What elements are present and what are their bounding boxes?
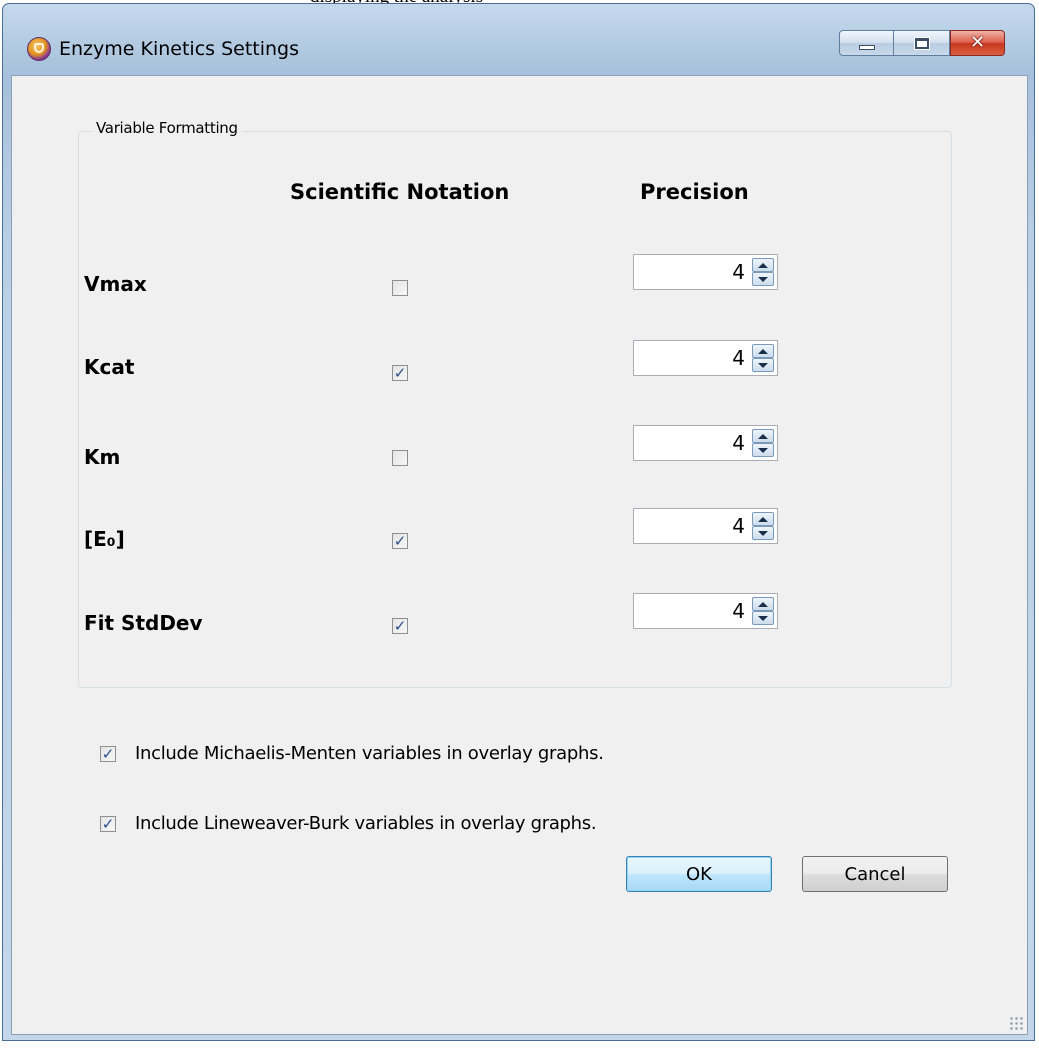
michaelis-menten-overlay-checkbox[interactable]: ✓ (100, 746, 116, 762)
increment-arrow[interactable] (752, 344, 774, 358)
dialog-window: Enzyme Kinetics Settings ✕ Variable Form… (2, 3, 1035, 1041)
chevron-up-icon (758, 262, 768, 268)
precision-value: 4 (732, 346, 745, 370)
row-label-fit-stddev: Fit StdDev (84, 611, 203, 635)
window-title: Enzyme Kinetics Settings (59, 38, 300, 60)
scientific-checkbox-fit-stddev[interactable]: ✓ (392, 618, 408, 634)
lineweaver-burk-overlay-checkbox[interactable]: ✓ (100, 816, 116, 832)
ok-button[interactable]: OK (626, 856, 772, 892)
dialog-client-area: Variable Formatting Scientific Notation … (11, 75, 1028, 1035)
column-header-precision: Precision (640, 180, 749, 204)
maximize-icon (914, 37, 929, 49)
chevron-up-icon (758, 516, 768, 522)
decrement-arrow[interactable] (752, 611, 774, 625)
michaelis-menten-overlay-label[interactable]: Include Michaelis-Menten variables in ov… (135, 743, 604, 764)
row-label-vmax: Vmax (84, 272, 147, 296)
row-label-kcat: Kcat (84, 355, 135, 379)
check-icon: ✓ (101, 744, 115, 763)
cancel-button[interactable]: Cancel (802, 856, 948, 892)
column-header-scientific-notation: Scientific Notation (290, 180, 510, 204)
scientific-checkbox-km[interactable]: ✓ (392, 450, 408, 466)
chevron-up-icon (758, 433, 768, 439)
minimize-icon (858, 44, 875, 50)
scientific-checkbox-kcat[interactable]: ✓ (392, 365, 408, 381)
maximize-button[interactable] (894, 30, 950, 56)
group-legend: Variable Formatting (93, 119, 242, 137)
chevron-down-icon (758, 615, 768, 621)
increment-arrow[interactable] (752, 597, 774, 611)
precision-value: 4 (732, 431, 745, 455)
decrement-arrow[interactable] (752, 443, 774, 457)
scientific-checkbox-e0[interactable]: ✓ (392, 533, 408, 549)
chevron-down-icon (758, 276, 768, 282)
precision-stepper-fit-stddev[interactable]: 4 (633, 593, 778, 629)
chevron-up-icon (758, 348, 768, 354)
close-button[interactable]: ✕ (950, 30, 1005, 56)
precision-stepper-km[interactable]: 4 (633, 425, 778, 461)
scientific-checkbox-vmax[interactable]: ✓ (392, 280, 408, 296)
increment-arrow[interactable] (752, 429, 774, 443)
chevron-up-icon (758, 601, 768, 607)
chevron-down-icon (758, 447, 768, 453)
chevron-down-icon (758, 362, 768, 368)
precision-value: 4 (732, 514, 745, 538)
check-icon: ✓ (393, 531, 407, 550)
check-icon: ✓ (393, 363, 407, 382)
lineweaver-burk-overlay-label[interactable]: Include Lineweaver-Burk variables in ove… (135, 813, 597, 834)
check-icon: ✓ (393, 616, 407, 635)
decrement-arrow[interactable] (752, 272, 774, 286)
chevron-down-icon (758, 530, 768, 536)
precision-value: 4 (732, 599, 745, 623)
row-label-km: Km (84, 445, 121, 469)
precision-stepper-vmax[interactable]: 4 (633, 254, 778, 290)
minimize-button[interactable] (839, 30, 894, 56)
row-label-e0: [E₀] (84, 527, 125, 551)
precision-value: 4 (732, 260, 745, 284)
increment-arrow[interactable] (752, 258, 774, 272)
check-icon: ✓ (101, 814, 115, 833)
variable-formatting-group: Variable Formatting (78, 119, 952, 688)
decrement-arrow[interactable] (752, 358, 774, 372)
precision-stepper-kcat[interactable]: 4 (633, 340, 778, 376)
precision-stepper-e0[interactable]: 4 (633, 508, 778, 544)
title-bar[interactable]: Enzyme Kinetics Settings ✕ (3, 4, 1034, 61)
resize-grip-icon[interactable] (1009, 1016, 1023, 1030)
close-icon: ✕ (969, 32, 986, 53)
app-icon (27, 37, 51, 61)
increment-arrow[interactable] (752, 512, 774, 526)
decrement-arrow[interactable] (752, 526, 774, 540)
